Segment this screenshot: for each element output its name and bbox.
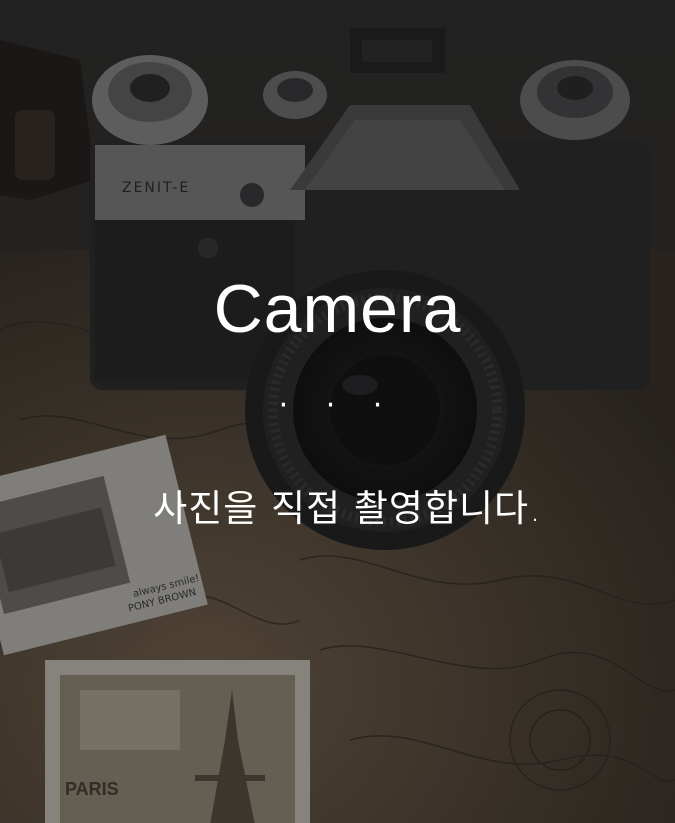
page-subtitle: 사진을 직접 촬영합니다.: [153, 487, 542, 530]
separator-dots: · · ·: [278, 388, 397, 423]
camera-intro-screen: ZENIT-E always smile! PONY BROWN PARIS C…: [0, 0, 675, 823]
page-title: Camera: [213, 271, 462, 347]
